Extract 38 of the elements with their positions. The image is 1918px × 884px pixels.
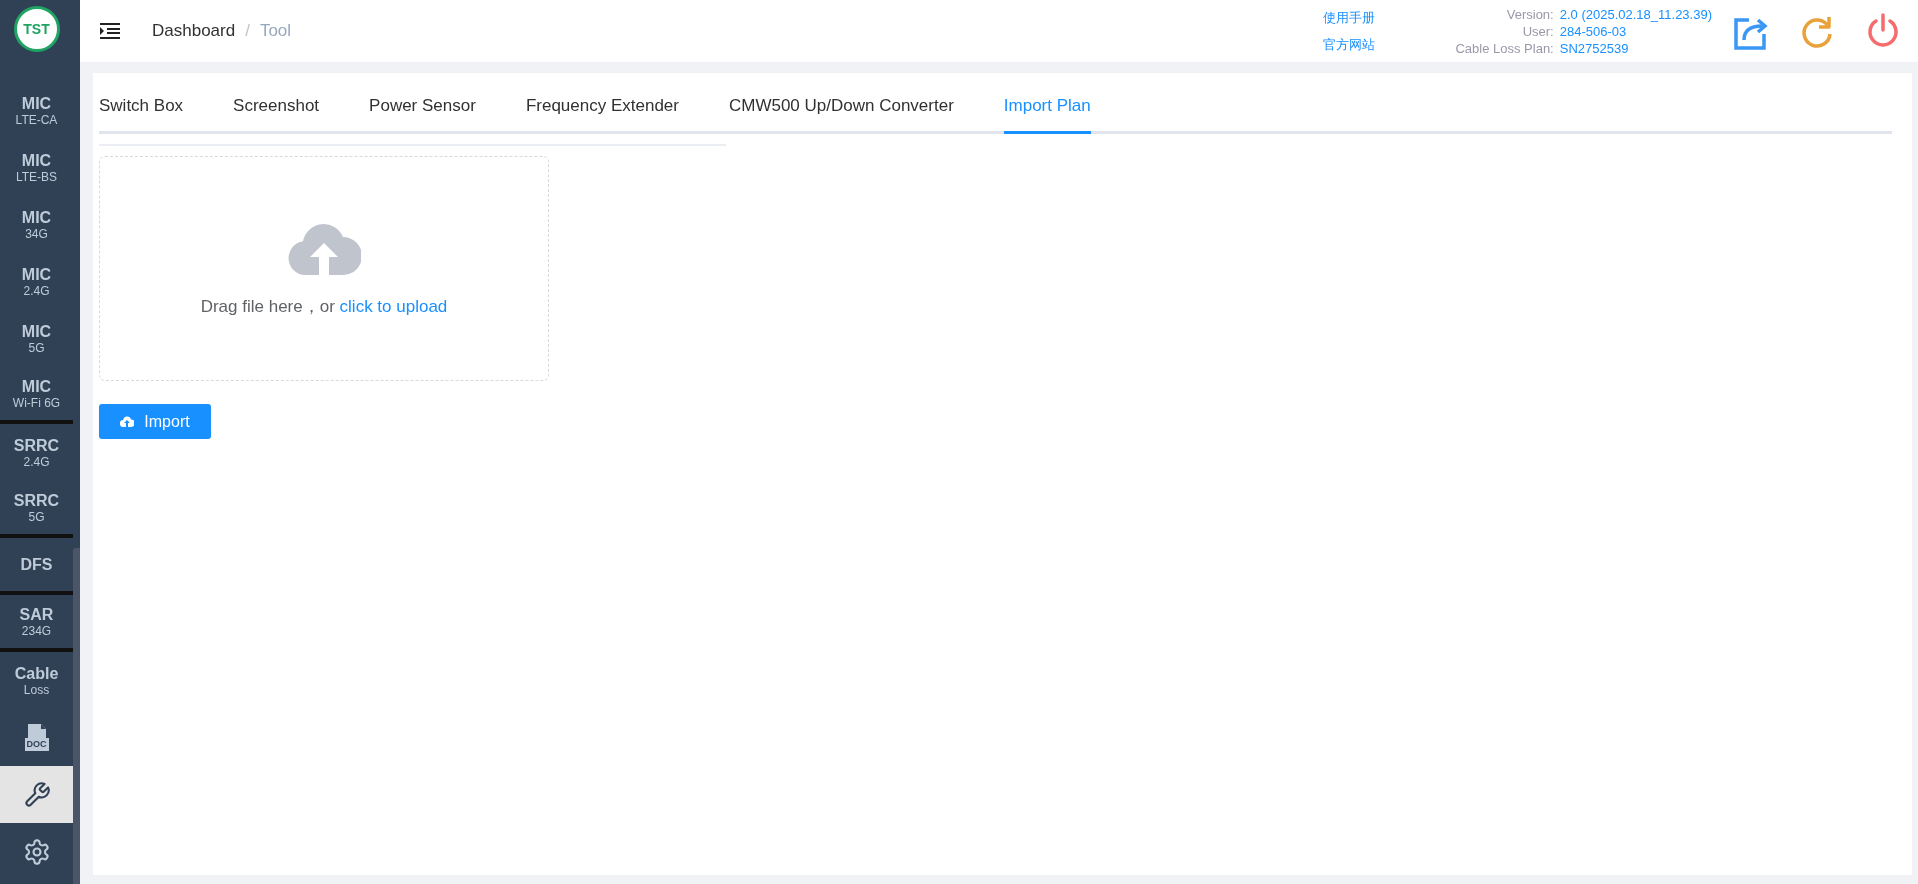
sidebar-item[interactable]: MIC 5G: [0, 310, 73, 367]
upload-dropzone[interactable]: Drag file here，or click to upload: [99, 156, 549, 381]
cloud-upload-icon: [120, 416, 135, 427]
header-link[interactable]: 官方网站: [1323, 35, 1376, 54]
sidebar-item[interactable]: MIC Wi-Fi 6G: [0, 367, 73, 424]
sidebar-item[interactable]: Cable Loss: [0, 652, 73, 709]
sidebar-item[interactable]: MIC LTE-CA: [0, 82, 73, 139]
tab[interactable]: Switch Box: [99, 96, 184, 134]
info-label: User:: [1521, 23, 1554, 39]
settings-icon: [22, 837, 51, 866]
menu-icon[interactable]: [100, 23, 120, 39]
info-value: SN2752539: [1559, 40, 1630, 56]
sidebar-item[interactable]: [0, 766, 73, 823]
sidebar-item[interactable]: SRRC 2.4G: [0, 424, 73, 481]
tab[interactable]: CMW500 Up/Down Converter: [728, 96, 954, 134]
tab[interactable]: Power Sensor: [369, 96, 476, 134]
info-label: Cable Loss Plan:: [1455, 40, 1554, 56]
sidebar-item[interactable]: DOC: [0, 709, 73, 766]
upload-link[interactable]: click to upload: [339, 297, 448, 316]
tab[interactable]: Frequency Extender: [525, 96, 679, 134]
breadcrumb-item[interactable]: Dashboard: [152, 21, 236, 41]
sidebar-item[interactable]: MIC 34G: [0, 196, 73, 253]
import-button[interactable]: Import: [99, 404, 211, 439]
upload-hint: Drag file here，or click to upload: [200, 296, 448, 318]
header-link[interactable]: 使用手册: [1323, 8, 1376, 27]
sidebar-item[interactable]: MIC LTE-BS: [0, 139, 73, 196]
breadcrumb-item: Tool: [259, 21, 292, 41]
tab[interactable]: Import Plan: [1003, 96, 1091, 134]
scrollbar[interactable]: [73, 548, 80, 884]
wrench-icon: [22, 780, 51, 809]
tab[interactable]: Screenshot: [233, 96, 320, 134]
info-label: Version:: [1505, 6, 1554, 22]
logo[interactable]: TST: [13, 6, 60, 52]
sidebar-item[interactable]: SRRC 5G: [0, 481, 73, 538]
breadcrumb-separator: /: [245, 21, 250, 41]
info-value: 284-506-03: [1559, 23, 1628, 39]
sidebar-item[interactable]: MIC 2.4G: [0, 253, 73, 310]
info-value: 2.0 (2025.02.18_11.23.39): [1559, 6, 1712, 22]
